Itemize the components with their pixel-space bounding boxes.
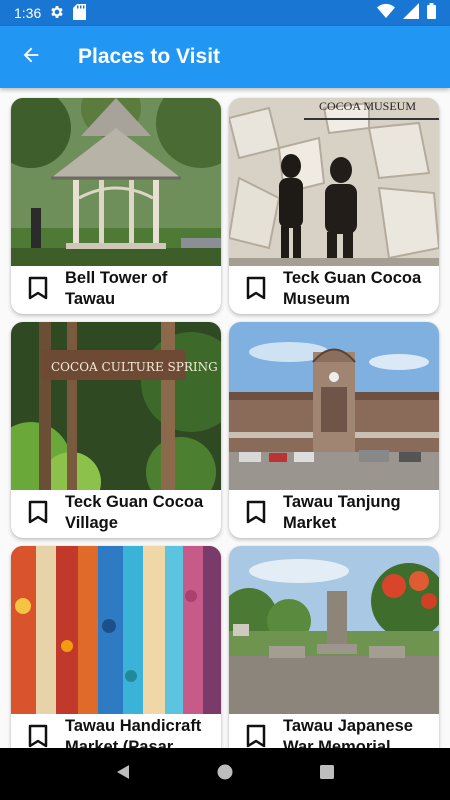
status-time: 1:36 <box>14 5 42 21</box>
wifi-icon <box>377 3 395 24</box>
card-footer: Bell Tower of Tawau <box>11 266 221 314</box>
place-card[interactable]: Bell Tower of Tawau <box>11 98 221 314</box>
bookmark-outline-icon <box>28 500 48 529</box>
gear-icon <box>49 4 65 23</box>
place-image-cocoa-museum: COCOA MUSEUM <box>229 98 439 266</box>
place-image-bell-tower <box>11 98 221 266</box>
place-card[interactable]: Tawau Tanjung Market <box>229 322 439 538</box>
bookmark-button[interactable] <box>11 266 65 314</box>
bookmark-outline-icon <box>246 276 266 305</box>
bookmark-outline-icon <box>246 500 266 529</box>
home-circle-icon[interactable] <box>216 763 234 786</box>
bookmark-outline-icon <box>246 724 266 749</box>
place-image-cocoa-village: COCOA CULTURE SPRING <box>11 322 221 490</box>
bookmark-button[interactable] <box>11 714 65 748</box>
app-bar: Places to Visit <box>0 26 450 88</box>
place-image-handicraft-market <box>11 546 221 714</box>
back-button[interactable] <box>0 26 62 88</box>
place-image-war-memorial <box>229 546 439 714</box>
bookmark-button[interactable] <box>229 714 283 748</box>
place-card[interactable]: Tawau Japanese War Memorial <box>229 546 439 748</box>
place-title: Teck Guan Cocoa Museum <box>283 269 422 308</box>
status-bar: 1:36 <box>0 0 450 26</box>
recents-square-icon[interactable] <box>318 763 336 786</box>
place-image-tanjung-market <box>229 322 439 490</box>
battery-icon <box>427 2 436 24</box>
place-card[interactable]: COCOA MUSEUM Teck Guan Cocoa Museum <box>229 98 439 314</box>
bookmark-outline-icon <box>28 724 48 749</box>
place-title: Tawau Tanjung Market <box>283 493 401 532</box>
bookmark-button[interactable] <box>229 266 283 314</box>
card-footer: Teck Guan Cocoa Museum <box>229 266 439 314</box>
place-card[interactable]: COCOA CULTURE SPRING Teck Guan Cocoa Vil… <box>11 322 221 538</box>
bookmark-button[interactable] <box>229 490 283 538</box>
place-title: Tawau Japanese War Memorial <box>283 717 413 748</box>
museum-sign-text: COCOA MUSEUM <box>319 99 416 113</box>
place-title: Tawau Handicraft Market (Pasar <box>65 717 202 748</box>
bookmark-button[interactable] <box>11 490 65 538</box>
arrow-back-icon <box>20 44 42 71</box>
place-title: Teck Guan Cocoa Village <box>65 493 204 532</box>
village-sign-text: COCOA CULTURE SPRING <box>51 360 218 374</box>
card-footer: Tawau Handicraft Market (Pasar <box>11 714 221 748</box>
system-nav-bar <box>0 748 450 800</box>
card-footer: Tawau Japanese War Memorial <box>229 714 439 748</box>
signal-icon <box>403 2 419 24</box>
place-title: Bell Tower of Tawau <box>65 269 168 308</box>
card-footer: Tawau Tanjung Market <box>229 490 439 538</box>
bookmark-outline-icon <box>28 276 48 305</box>
places-list[interactable]: Bell Tower of Tawau COCOA MUSEUM Teck Gu… <box>0 88 450 748</box>
sd-card-icon <box>73 3 87 23</box>
back-triangle-icon[interactable] <box>114 763 132 786</box>
page-title: Places to Visit <box>78 45 221 68</box>
place-card[interactable]: Tawau Handicraft Market (Pasar <box>11 546 221 748</box>
card-footer: Teck Guan Cocoa Village <box>11 490 221 538</box>
